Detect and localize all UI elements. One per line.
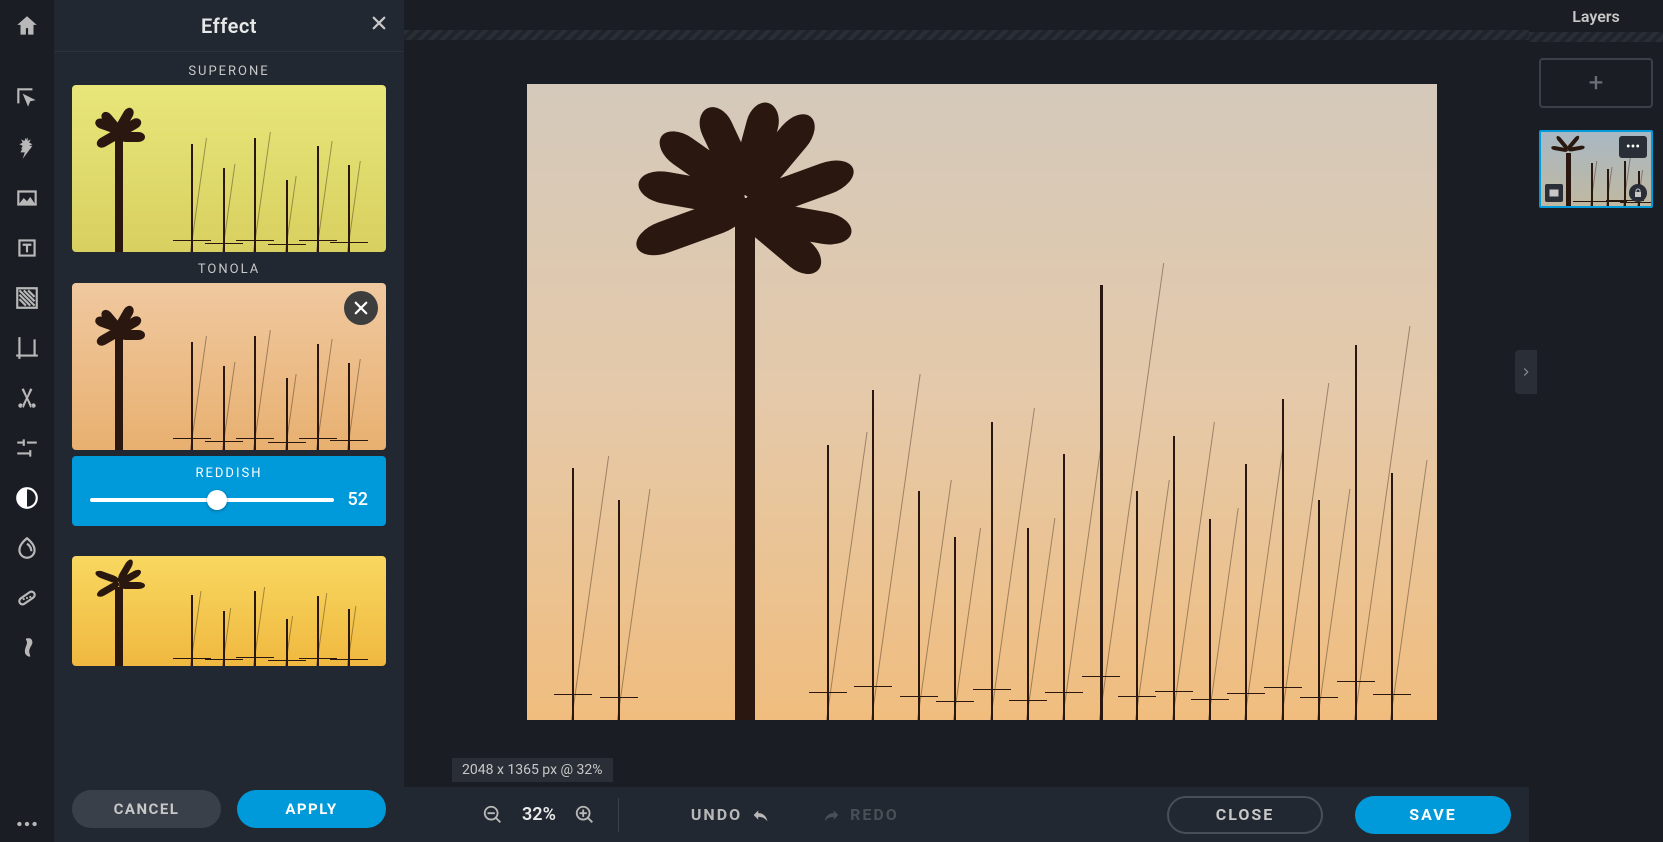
cut-tool[interactable] [9,380,45,416]
effect-panel-title: Effect [201,14,257,38]
close-button[interactable]: CLOSE [1167,796,1323,834]
layers-panel: Layers + ••• [1529,0,1663,842]
apply-button[interactable]: APPLY [237,790,386,828]
pattern-tool[interactable] [9,280,45,316]
home-button[interactable] [9,8,45,44]
liquify-tool[interactable] [9,530,45,566]
effect-thumb[interactable] [72,283,386,450]
undo-button[interactable]: UNDO [691,804,772,826]
zoom-controls: 32% [482,804,596,826]
redo-label: REDO [850,805,899,824]
expand-layers-button[interactable] [1515,350,1537,394]
bottom-bar: 32% UNDO REDO CLOSE SAVE [404,784,1529,842]
text-tool[interactable] [9,230,45,266]
left-toolbar [0,0,54,842]
adjust-tool[interactable] [9,430,45,466]
effect-item-next[interactable] [72,556,386,666]
canvas-area: 2048 x 1365 px @ 32% 32% UNDO REDO CLOSE… [404,0,1529,842]
draw-tool[interactable] [9,630,45,666]
effect-panel: Effect SUPERONE [54,0,404,842]
select-tool[interactable] [9,80,45,116]
cancel-button[interactable]: CANCEL [72,790,221,828]
save-button[interactable]: SAVE [1355,796,1511,834]
intensity-label: REDDISH [90,466,368,481]
effect-thumb[interactable] [72,85,386,252]
crop-tool[interactable] [9,330,45,366]
remove-effect-button[interactable] [344,291,378,325]
effect-thumb[interactable] [72,556,386,666]
add-image-tool[interactable] [9,180,45,216]
canvas-viewport[interactable] [404,0,1529,784]
effect-item-superone[interactable]: SUPERONE [72,64,386,252]
intensity-value: 52 [348,489,368,510]
undo-label: UNDO [691,805,742,824]
zoom-out-button[interactable] [482,804,504,826]
canvas-image[interactable] [527,84,1437,720]
more-tools[interactable] [9,806,45,842]
effect-label: SUPERONE [72,64,386,79]
effect-item-tonola[interactable]: TONOLA [72,262,386,526]
effect-intensity: REDDISH 52 [72,456,386,526]
effect-list[interactable]: SUPERONE [54,52,404,778]
magic-tool[interactable] [9,130,45,166]
redo-icon [820,804,842,826]
lock-icon [1629,184,1647,202]
plus-icon: + [1589,68,1604,98]
heal-tool[interactable] [9,580,45,616]
canvas-status: 2048 x 1365 px @ 32% [452,758,613,782]
layers-title: Layers [1529,0,1663,32]
add-layer-button[interactable]: + [1539,58,1653,108]
layer-more-button[interactable]: ••• [1619,136,1647,158]
image-icon [1545,184,1563,202]
zoom-in-button[interactable] [574,804,596,826]
effect-label: TONOLA [72,262,386,277]
undo-icon [750,804,772,826]
intensity-slider[interactable] [90,498,334,502]
effect-panel-header: Effect [54,0,404,52]
zoom-value: 32% [522,804,556,825]
layer-item[interactable]: ••• [1539,130,1653,208]
effect-tool[interactable] [9,480,45,516]
effect-panel-footer: CANCEL APPLY [54,778,404,842]
slider-knob[interactable] [207,490,227,510]
redo-button[interactable]: REDO [820,804,899,826]
close-panel-button[interactable] [370,14,388,36]
